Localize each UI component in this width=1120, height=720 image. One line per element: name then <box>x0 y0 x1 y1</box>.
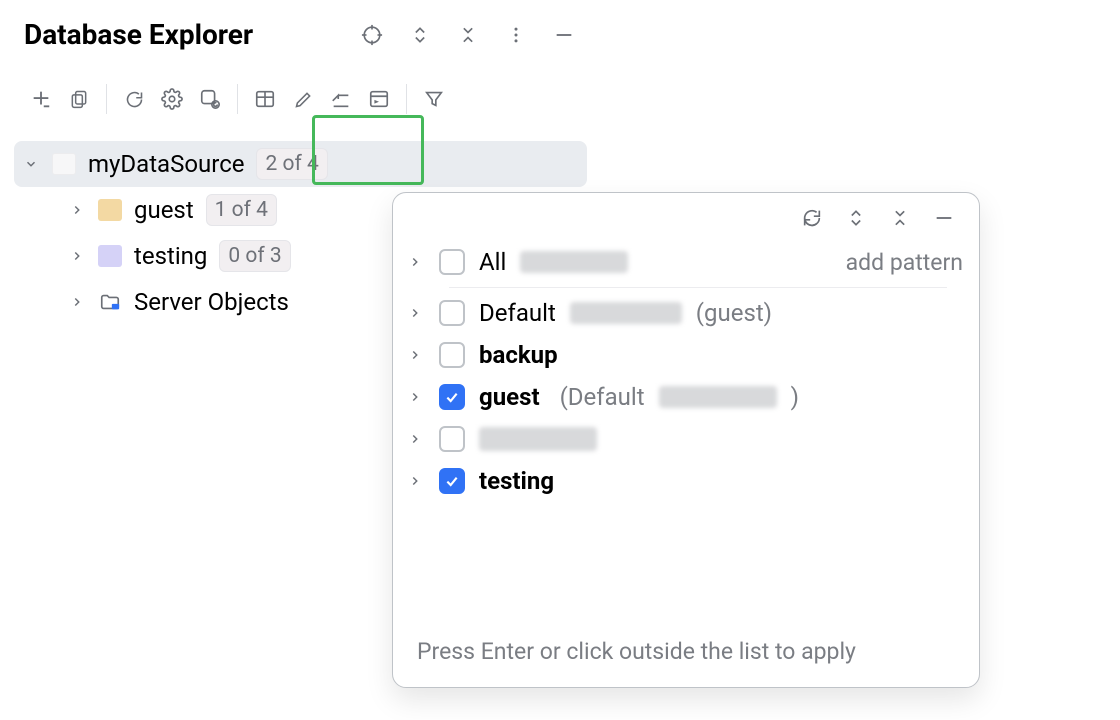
table-icon[interactable] <box>254 88 276 110</box>
popup-row-sub-suffix: ) <box>791 383 799 411</box>
tree-row-datasource[interactable]: myDataSource 2 of 4 <box>14 141 587 187</box>
blurred-text <box>479 427 597 451</box>
collapse-all-icon[interactable] <box>889 207 911 229</box>
checkbox[interactable] <box>439 468 465 494</box>
checkbox[interactable] <box>439 384 465 410</box>
tree-item-label: Server Objects <box>134 288 289 316</box>
popup-row[interactable]: backup <box>405 334 963 376</box>
datasource-icon <box>52 153 76 175</box>
folder-icon <box>98 291 122 313</box>
popup-footer-hint: Press Enter or click outside the list to… <box>393 626 979 687</box>
schema-icon <box>98 199 122 221</box>
schema-selector-popup: All add pattern Default (guest) backup g… <box>392 192 980 688</box>
tree-item-label: guest <box>134 196 194 224</box>
refresh-icon[interactable] <box>123 88 145 110</box>
popup-row[interactable]: testing <box>405 460 963 502</box>
chevron-right-icon[interactable] <box>405 348 425 362</box>
add-icon[interactable] <box>30 88 52 110</box>
blurred-text <box>659 386 777 408</box>
panel-title: Database Explorer <box>24 18 253 51</box>
chevron-right-icon[interactable] <box>68 249 86 263</box>
chevron-right-icon[interactable] <box>405 390 425 404</box>
popup-row[interactable]: All add pattern <box>405 241 963 283</box>
expand-collapse-icon[interactable] <box>409 24 431 46</box>
popup-row[interactable]: guest (Default ) <box>405 376 963 418</box>
popup-row-label: testing <box>479 467 554 495</box>
toolbar-divider <box>237 84 238 114</box>
divider <box>449 287 947 288</box>
chevron-right-icon[interactable] <box>405 255 425 269</box>
count-badge[interactable]: 1 of 4 <box>206 194 277 226</box>
minimize-icon[interactable] <box>553 24 575 46</box>
chevron-right-icon[interactable] <box>68 203 86 217</box>
stop-refresh-icon[interactable] <box>199 88 221 110</box>
popup-row-label: Default <box>479 299 556 327</box>
schema-icon <box>98 245 122 267</box>
count-badge[interactable]: 0 of 3 <box>219 240 290 272</box>
popup-row-label: All <box>479 248 506 276</box>
popup-row-label: guest <box>479 383 540 411</box>
filter-icon[interactable] <box>423 88 445 110</box>
toolbar-divider <box>106 84 107 114</box>
chevron-down-icon[interactable] <box>22 157 40 171</box>
chevron-right-icon[interactable] <box>68 295 86 309</box>
add-pattern-link[interactable]: add pattern <box>846 249 963 276</box>
collapse-all-icon[interactable] <box>457 24 479 46</box>
chevron-right-icon[interactable] <box>405 432 425 446</box>
datasource-label: myDataSource <box>88 150 244 178</box>
blurred-text <box>520 251 628 273</box>
popup-row[interactable] <box>405 418 963 460</box>
refresh-icon[interactable] <box>801 207 823 229</box>
popup-row-sub: (guest) <box>696 299 772 327</box>
toolbar-divider <box>406 84 407 114</box>
chevron-right-icon[interactable] <box>405 474 425 488</box>
checkbox[interactable] <box>439 426 465 452</box>
target-icon[interactable] <box>361 24 383 46</box>
checkbox[interactable] <box>439 249 465 275</box>
gear-icon[interactable] <box>161 88 183 110</box>
console-icon[interactable] <box>368 88 390 110</box>
expand-collapse-icon[interactable] <box>845 207 867 229</box>
popup-row[interactable]: Default (guest) <box>405 292 963 334</box>
blurred-text <box>570 302 682 324</box>
minimize-icon[interactable] <box>933 207 955 229</box>
kebab-menu-icon[interactable] <box>505 24 527 46</box>
popup-row-sub-prefix: (Default <box>560 383 645 411</box>
checkbox[interactable] <box>439 300 465 326</box>
checkbox[interactable] <box>439 342 465 368</box>
edit-icon[interactable] <box>292 88 314 110</box>
tree-item-label: testing <box>134 242 207 270</box>
popup-row-label: backup <box>479 341 558 369</box>
chevron-right-icon[interactable] <box>405 306 425 320</box>
jump-to-ddl-icon[interactable] <box>330 88 352 110</box>
copy-icon[interactable] <box>68 88 90 110</box>
datasource-count-badge[interactable]: 2 of 4 <box>256 148 327 180</box>
